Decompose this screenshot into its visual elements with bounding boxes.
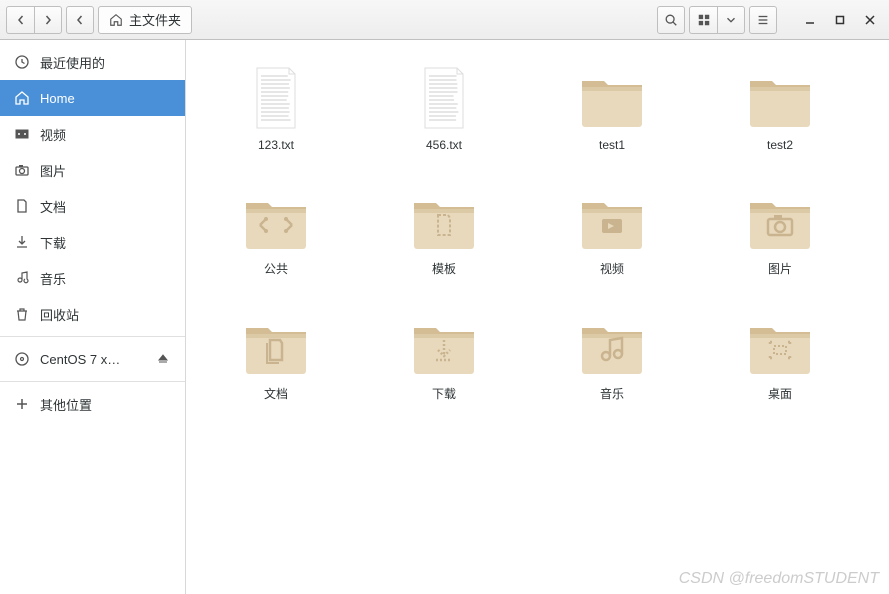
sidebar-item-label: 其他位置 [40, 395, 92, 414]
clock-icon [14, 54, 30, 70]
sidebar-item-disk[interactable]: CentOS 7 x… [0, 341, 185, 377]
sidebar-item-label: 回收站 [40, 305, 79, 324]
sidebar-item-clock[interactable]: 最近使用的 [0, 44, 185, 80]
item-label: 456.txt [426, 138, 462, 152]
text-icon [408, 60, 480, 132]
sidebar-item-label: 下载 [40, 233, 66, 252]
folder-icon [744, 307, 816, 379]
sidebar-item-label: 文档 [40, 197, 66, 216]
folder-item[interactable]: 公共 [196, 182, 356, 277]
content-pane: 123.txt 456.txt test1 test2 公共 模板 视频 图片 [186, 40, 889, 594]
folder-icon [240, 182, 312, 254]
item-label: 视频 [600, 260, 624, 277]
sidebar-item-download[interactable]: 下载 [0, 224, 185, 260]
folder-item[interactable]: test1 [532, 60, 692, 152]
sidebar-item-video[interactable]: 视频 [0, 116, 185, 152]
item-label: 图片 [768, 260, 792, 277]
chevron-right-icon [43, 15, 53, 25]
plus-icon [14, 396, 30, 412]
separator [0, 336, 185, 337]
folder-item[interactable]: 文档 [196, 307, 356, 402]
camera-icon [14, 162, 30, 178]
sidebar-item-trash[interactable]: 回收站 [0, 296, 185, 332]
chevron-left-icon [75, 15, 85, 25]
chevron-down-icon [724, 13, 738, 27]
close-icon [865, 15, 875, 25]
home-icon [14, 90, 30, 106]
video-icon [14, 126, 30, 142]
icon-view-button[interactable] [689, 6, 717, 34]
path-parent-button[interactable] [66, 6, 94, 34]
item-label: 文档 [264, 385, 288, 402]
minimize-button[interactable] [797, 7, 823, 33]
item-label: 模板 [432, 260, 456, 277]
sidebar-item-label: CentOS 7 x… [40, 352, 120, 367]
folder-icon [744, 182, 816, 254]
item-label: 公共 [264, 260, 288, 277]
sidebar-item-label: 图片 [40, 161, 66, 180]
item-label: 下载 [432, 385, 456, 402]
list-view-button[interactable] [717, 6, 745, 34]
maximize-button[interactable] [827, 7, 853, 33]
folder-item[interactable]: 下载 [364, 307, 524, 402]
folder-icon [576, 182, 648, 254]
titlebar: 主文件夹 [0, 0, 889, 40]
sidebar-item-other[interactable]: 其他位置 [0, 386, 185, 422]
folder-item[interactable]: 桌面 [700, 307, 860, 402]
hamburger-icon [756, 13, 770, 27]
item-label: 123.txt [258, 138, 294, 152]
sidebar-item-label: 视频 [40, 125, 66, 144]
maximize-icon [835, 15, 845, 25]
folder-icon [408, 307, 480, 379]
search-button[interactable] [657, 6, 685, 34]
folder-icon [240, 307, 312, 379]
folder-item[interactable]: 视频 [532, 182, 692, 277]
item-label: test2 [767, 138, 793, 152]
download-icon [14, 234, 30, 250]
view-buttons [689, 6, 745, 34]
sidebar-item-music[interactable]: 音乐 [0, 260, 185, 296]
item-label: test1 [599, 138, 625, 152]
sidebar-item-camera[interactable]: 图片 [0, 152, 185, 188]
item-label: 音乐 [600, 385, 624, 402]
sidebar-item-label: Home [40, 91, 75, 106]
folder-icon [576, 60, 648, 132]
forward-button[interactable] [34, 6, 62, 34]
sidebar: 最近使用的 Home 视频图片文档下载音乐回收站 CentOS 7 x… 其他位置 [0, 40, 186, 594]
music-icon [14, 270, 30, 286]
folder-item[interactable]: test2 [700, 60, 860, 152]
disc-icon [14, 351, 30, 367]
document-icon [14, 198, 30, 214]
chevron-left-icon [16, 15, 26, 25]
text-icon [240, 60, 312, 132]
search-icon [664, 13, 678, 27]
menu-button[interactable] [749, 6, 777, 34]
sidebar-item-label: 最近使用的 [40, 53, 105, 72]
breadcrumb-label: 主文件夹 [129, 10, 181, 29]
close-button[interactable] [857, 7, 883, 33]
home-icon [109, 13, 123, 27]
breadcrumb[interactable]: 主文件夹 [98, 6, 192, 34]
minimize-icon [805, 15, 815, 25]
item-label: 桌面 [768, 385, 792, 402]
folder-item[interactable]: 图片 [700, 182, 860, 277]
nav-buttons [6, 6, 62, 34]
folder-item[interactable]: 音乐 [532, 307, 692, 402]
folder-item[interactable]: 模板 [364, 182, 524, 277]
back-button[interactable] [6, 6, 34, 34]
eject-icon[interactable] [155, 351, 171, 367]
trash-icon [14, 306, 30, 322]
file-item[interactable]: 456.txt [364, 60, 524, 152]
file-item[interactable]: 123.txt [196, 60, 356, 152]
sidebar-item-home[interactable]: Home [0, 80, 185, 116]
folder-icon [408, 182, 480, 254]
grid-icon [697, 13, 711, 27]
separator [0, 381, 185, 382]
folder-icon [576, 307, 648, 379]
sidebar-item-document[interactable]: 文档 [0, 188, 185, 224]
folder-icon [744, 60, 816, 132]
sidebar-item-label: 音乐 [40, 269, 66, 288]
file-grid: 123.txt 456.txt test1 test2 公共 模板 视频 图片 [196, 60, 879, 402]
